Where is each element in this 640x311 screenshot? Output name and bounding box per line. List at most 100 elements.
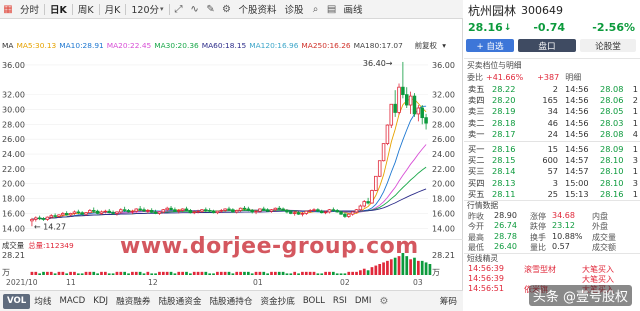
indicator-label: 融资融券 (116, 297, 151, 307)
bid-row[interactable]: 买四 28.13 3 15:00 28.10 3 (464, 177, 640, 188)
candle-body (254, 210, 258, 213)
ma120-label: MA120:16.96 (249, 40, 299, 50)
indicator-label: RSI (332, 296, 347, 306)
volume-bar (266, 273, 269, 275)
y-tick-label-right: 26.00 (432, 135, 455, 144)
tab-120min[interactable]: 120分 ▾ (127, 0, 167, 19)
volume-bar (73, 271, 76, 275)
volume-bar (181, 271, 184, 275)
indicator-boll[interactable]: BOLL (299, 291, 329, 311)
indicator-label: MACD (59, 296, 86, 306)
volume-bar (424, 262, 428, 275)
chip-button[interactable]: 筹码 (436, 291, 461, 311)
indicator-northbound-holdings[interactable]: 陆股通持仓 (205, 291, 256, 311)
y-tick-label-right: 28.00 (432, 120, 455, 129)
indicator-northbound-funds[interactable]: 陆股通资金 (154, 291, 205, 311)
trade-price: 28.08 (600, 83, 624, 94)
tab-fenshi[interactable]: 分时 (16, 0, 43, 19)
level-price: 28.18 (492, 117, 516, 128)
volume-bar (281, 271, 285, 275)
candle-body (335, 210, 339, 213)
tab-label: 120分 (131, 5, 159, 16)
bid-row[interactable]: 买三 28.14 57 14:57 28.10 1 (464, 166, 640, 177)
diagnose-button[interactable]: 诊股 (281, 0, 308, 19)
bid-row[interactable]: 买一 28.16 15 14:56 28.09 1 (464, 143, 640, 154)
volume-bar (289, 273, 293, 275)
indicator-vol[interactable]: VOL (3, 293, 31, 309)
volume-chart[interactable]: 28.21 28.21 万 万 (0, 250, 463, 277)
stat-row: 最高 28.78 换手 10.88% 成交量 (464, 232, 640, 243)
y-tick-label-left: 20.00 (2, 180, 25, 189)
fullscreen-icon[interactable]: ⤢ (171, 0, 187, 19)
volume-bar (347, 271, 351, 275)
trade-price: 28.10 (600, 166, 624, 177)
date-label: 01 (253, 278, 263, 287)
layout-icon[interactable]: ▦ (0, 0, 16, 19)
volume-bar (219, 271, 223, 275)
adjust-dropdown[interactable]: 前复权 ▾ (415, 40, 446, 51)
tab-pankou[interactable]: 盘口 (518, 39, 576, 52)
volume-bar (254, 271, 258, 275)
tab-forum[interactable]: 论股堂 (580, 39, 636, 52)
tab-zhouk[interactable]: 周K (74, 0, 98, 19)
volume-bar (96, 273, 99, 275)
kline-chart[interactable]: 36.00 36.00 32.00 32.00 30.00 30.00 28.00 28.00… (0, 52, 463, 238)
candle-body (381, 143, 386, 162)
ask-row[interactable]: 卖三 28.19 34 14:56 28.05 1 (464, 106, 640, 117)
candle-body (192, 211, 196, 214)
volume-bar (216, 271, 219, 275)
trade-price: 28.16 (600, 189, 624, 200)
y-tick-label-left: 14.00 (2, 224, 25, 233)
candle-body (285, 210, 289, 213)
ask-row[interactable]: 卖二 28.18 46 14:56 28.03 1 (464, 117, 640, 128)
level-name: 卖三 (468, 106, 485, 117)
candle-body (57, 214, 61, 217)
trade-time: 14:56 (565, 117, 589, 128)
settings-icon[interactable]: ⚙ (219, 0, 235, 19)
volume-bar (161, 271, 165, 275)
draw-icon[interactable]: ✎ (203, 0, 219, 19)
grid-icon[interactable]: ▤ (324, 0, 340, 19)
indicator-margin[interactable]: 融资融券 (112, 291, 154, 311)
book-divider (464, 140, 640, 142)
candle-body (370, 190, 374, 204)
high-label: 36.40→ (363, 59, 393, 68)
search-icon[interactable]: ⌕ (308, 0, 324, 19)
tab-rik[interactable]: 日K (46, 0, 71, 19)
ask-row[interactable]: 卖一 28.17 24 14:56 28.08 4 (464, 129, 640, 140)
indicator-macd[interactable]: MACD (56, 291, 90, 311)
bid-row[interactable]: 买二 28.15 600 14:57 28.10 3 (464, 154, 640, 165)
volume-bar (328, 271, 331, 275)
indicator-ma[interactable]: 均线 (30, 291, 55, 311)
indicator-bottom-fishing[interactable]: 资金抄底 (256, 291, 298, 311)
tab-yuek[interactable]: 月K (101, 0, 125, 19)
candle-body (234, 210, 239, 213)
level-volume: 24 (547, 129, 558, 140)
indicator-label: DMI (354, 296, 372, 306)
candle-body (72, 211, 77, 214)
ask-row[interactable]: 卖四 28.20 165 14:56 28.06 2 (464, 94, 640, 105)
profile-button[interactable]: 个股资料 (235, 0, 281, 19)
stat-label: 成交额 (592, 243, 616, 253)
line-chart-icon[interactable]: ∿ (187, 0, 203, 19)
indicator-kdj[interactable]: KDJ (89, 291, 112, 311)
indicator-settings-icon[interactable]: ⚙ (375, 291, 392, 311)
add-watchlist-button[interactable]: + 自选 (466, 39, 514, 52)
tick-row[interactable]: 14:56:39 大笔买入 (464, 274, 640, 284)
tick-row[interactable]: 14:56:39 滚雪型材 大笔买入 (464, 264, 640, 274)
volume-bar (34, 271, 38, 275)
ask-row[interactable]: 卖五 28.22 2 14:56 28.08 1 (464, 83, 640, 94)
volume-bar (46, 271, 49, 275)
candle-body (408, 95, 413, 106)
volume-bar (53, 273, 57, 275)
candle-body (296, 212, 301, 215)
candle-body (92, 210, 96, 212)
indicator-rsi[interactable]: RSI (329, 291, 351, 311)
candle-body (180, 208, 185, 211)
candle-body (188, 210, 193, 214)
bid-row[interactable]: 买五 28.11 25 15:13 28.16 1 (464, 189, 640, 200)
draw-line-button[interactable]: 画线 (340, 0, 367, 19)
indicator-dmi[interactable]: DMI (351, 291, 376, 311)
volume-bar (378, 264, 382, 275)
ma250-label: MA250:16.26 (301, 40, 351, 50)
